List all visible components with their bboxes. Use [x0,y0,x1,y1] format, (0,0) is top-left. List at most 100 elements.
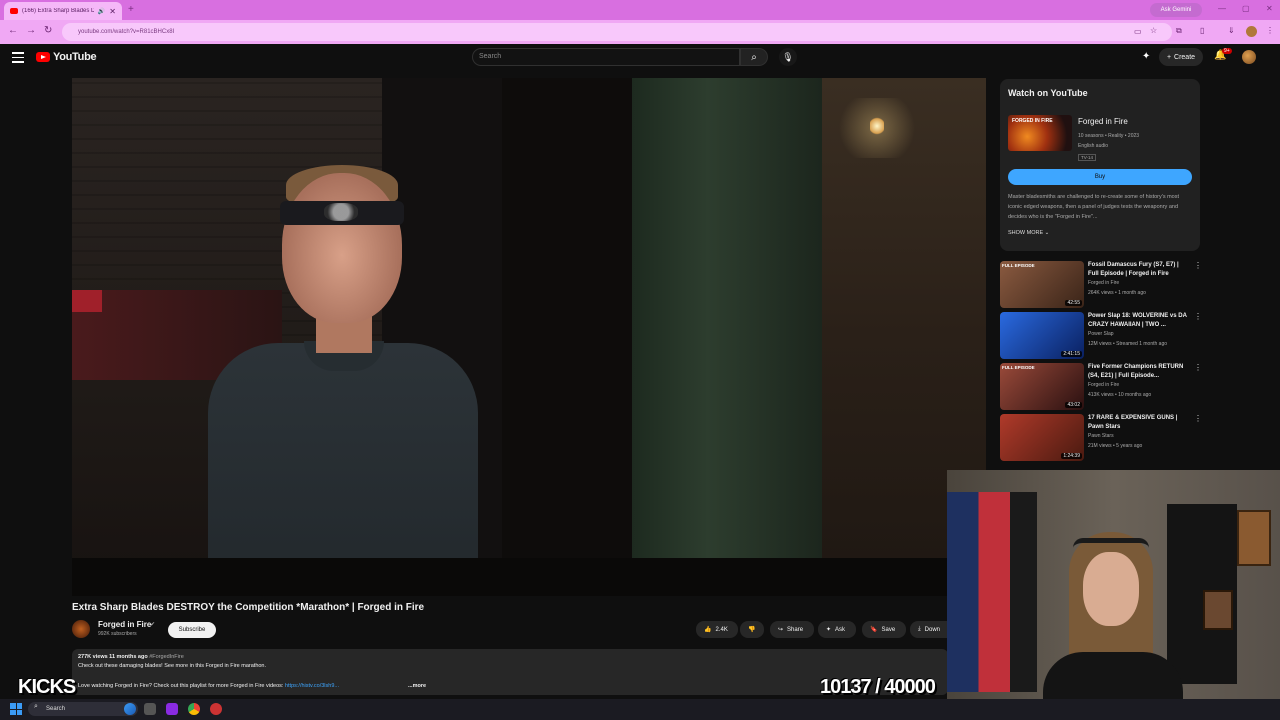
save-button[interactable]: 🔖 Save [862,621,906,638]
more-options-icon[interactable]: ⋮ [1194,261,1202,270]
account-avatar[interactable] [1242,50,1256,64]
install-icon[interactable]: ▭ [1134,27,1142,36]
close-tab-icon[interactable]: ✕ [109,7,116,16]
share-button[interactable]: ↪ Share [770,621,814,638]
description-line: Check out these damaging blades! See mor… [78,663,267,669]
recommendation-title[interactable]: Power Slap 18: WOLVERINE vs DA CRAZY HAW… [1088,312,1190,330]
more-options-icon[interactable]: ⋮ [1194,312,1202,321]
like-count: 2.4K [715,626,728,633]
thumbnail-label: FULL EPISODE [1002,365,1035,370]
recommendation-title[interactable]: Fossil Damascus Fury (S7, E7) | Full Epi… [1088,261,1190,279]
video-green-door [632,78,822,596]
gemini-sparkle-icon[interactable]: ✦ [1142,51,1150,62]
subscribe-button[interactable]: Subscribe [168,622,216,638]
buy-button[interactable]: Buy [1008,169,1192,185]
show-rating-badge: TV-14 [1078,154,1097,161]
ask-label: Ask [835,626,846,633]
video-player[interactable] [72,78,986,596]
recommendation-views: 264K views • 1 month ago [1088,290,1146,296]
youtube-logo[interactable]: YouTube [36,51,97,63]
presenter-face [282,173,402,323]
search-button[interactable]: ⌕ [740,48,768,66]
windows-start-icon[interactable] [10,703,22,715]
recommendation-channel[interactable]: Forged in Fire [1088,280,1119,286]
bookmark-star-icon[interactable]: ☆ [1150,26,1157,35]
recommendation-title[interactable]: 17 RARE & EXPENSIVE GUNS | Pawn Stars [1088,414,1190,432]
goal-counter: 10137 / 40000 [820,676,936,698]
youtube-logo-text: YouTube [53,51,97,63]
card-heading: Watch on YouTube [1008,88,1088,98]
recommendation-title[interactable]: Five Former Champions RETURN (S4, E21) |… [1088,363,1190,381]
ask-gemini-button[interactable]: Ask Gemini [1150,3,1202,17]
url-field[interactable]: youtube.com/watch?v=R81cBHCx8I [62,23,1172,41]
video-red-light [72,290,102,312]
hashtag[interactable]: #ForgedInFire [149,654,184,660]
recommendation-thumbnail[interactable]: 2:41:15 [1000,312,1084,359]
sparkle-icon: ✦ [826,627,832,633]
back-icon[interactable]: ← [8,25,18,36]
create-label: Create [1174,53,1196,61]
recommendation-thumbnail[interactable]: FULL EPISODE 43:02 [1000,363,1084,410]
mute-icon[interactable]: 🔊 [98,8,105,15]
dislike-button[interactable]: 👎 [740,621,764,638]
recommendation-item[interactable]: FULL EPISODE 43:02 Five Former Champions… [1000,363,1202,413]
ask-button[interactable]: ✦ Ask [818,621,856,638]
menu-hamburger-icon[interactable] [12,52,24,66]
reload-icon[interactable]: ↻ [44,25,52,36]
create-button[interactable]: + Create [1159,48,1203,66]
recommendation-channel[interactable]: Forged in Fire [1088,382,1119,388]
forward-icon[interactable]: → [26,25,36,36]
browser-menu-icon[interactable]: ⋮ [1266,26,1274,35]
recorder-icon[interactable] [210,703,222,715]
download-icon: ⤓ [918,626,921,632]
like-button[interactable]: 👍 2.4K [696,621,738,638]
channel-avatar[interactable] [72,620,90,638]
show-thumbnail[interactable]: FORGED IN FIRE [1008,115,1072,151]
plus-icon: + [1166,53,1172,61]
browser-tab-youtube[interactable]: (166) Extra Sharp Blades DE... 🔊 ✕ [4,2,122,20]
channel-name[interactable]: Forged in Fire [98,620,151,629]
recommendation-thumbnail[interactable]: FULL EPISODE 42:55 [1000,261,1084,308]
show-seasons: 10 seasons • Reality • 2023 [1078,133,1140,139]
recommendation-item[interactable]: FULL EPISODE 42:55 Fossil Damascus Fury … [1000,261,1202,311]
show-more-button[interactable]: SHOW MORE ⌄ [1008,230,1049,236]
more-options-icon[interactable]: ⋮ [1194,414,1202,423]
duration-badge: 43:02 [1065,402,1082,408]
recommendation-channel[interactable]: Power Slap [1088,331,1114,337]
edge-browser-icon[interactable] [124,703,136,715]
new-tab-button[interactable]: + [128,4,134,15]
show-meta: 10 seasons • Reality • 2023 English audi… [1078,131,1139,151]
video-meta: 277K views 11 months ago #ForgedInFire [78,654,184,660]
more-options-icon[interactable]: ⋮ [1194,363,1202,372]
voice-search-button[interactable]: 🎙 [779,48,797,66]
app-icon[interactable] [166,703,178,715]
duration-badge: 42:55 [1065,300,1082,306]
youtube-favicon-icon [10,8,18,14]
side-panel-icon[interactable]: ▯ [1200,26,1204,35]
recommendation-item[interactable]: 1:24:39 17 RARE & EXPENSIVE GUNS | Pawn … [1000,414,1202,464]
recommendation-channel[interactable]: Pawn Stars [1088,433,1114,439]
chrome-icon[interactable] [188,703,200,715]
recommendation-item[interactable]: 2:41:15 Power Slap 18: WOLVERINE vs DA C… [1000,312,1202,362]
thumbnail-label: FULL EPISODE [1002,263,1035,268]
download-button[interactable]: ⤓ Down [910,621,950,638]
more-button[interactable]: ...more [408,683,426,689]
streamer [1043,532,1183,720]
browser-tab-bar [0,0,1280,20]
downloads-icon[interactable]: ⇓ [1228,26,1235,35]
streamer-face [1083,552,1139,626]
taskbar-search[interactable]: Search [28,702,138,716]
browser-profile-avatar[interactable] [1246,26,1257,37]
show-title[interactable]: Forged in Fire [1078,117,1128,126]
playlist-link[interactable]: https://histv.co/3lsh9... [285,683,339,689]
maximize-icon[interactable]: ▢ [1242,4,1250,13]
minimize-icon[interactable]: — [1218,4,1226,13]
show-audio: English audio [1078,143,1109,149]
search-input[interactable]: Search [472,48,740,66]
tab-title: (166) Extra Sharp Blades DE... [22,8,94,14]
webcam-overlay [947,470,1280,720]
extensions-icon[interactable]: ⧉ [1176,26,1182,36]
window-close-icon[interactable]: ✕ [1266,4,1273,13]
recommendation-thumbnail[interactable]: 1:24:39 [1000,414,1084,461]
file-explorer-icon[interactable] [144,703,156,715]
